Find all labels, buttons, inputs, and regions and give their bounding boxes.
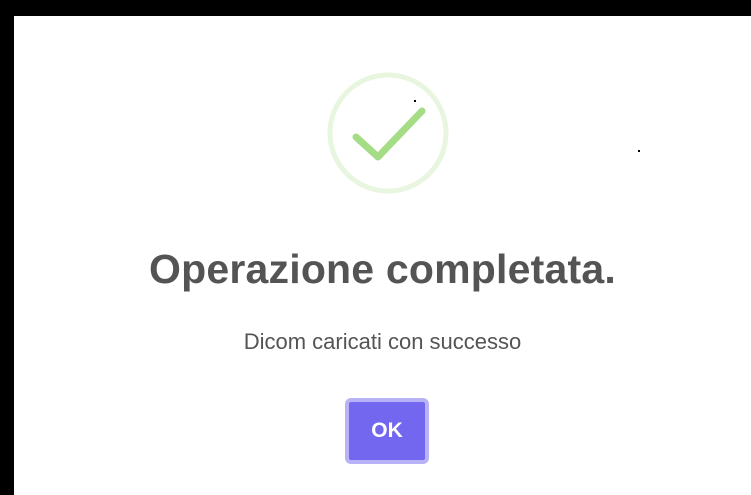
success-dialog: Operazione completata. Dicom caricati co… — [14, 16, 751, 495]
speck — [414, 100, 416, 102]
check-circle-icon — [327, 72, 449, 194]
dialog-title: Operazione completata. — [149, 246, 616, 292]
speck — [638, 150, 640, 152]
dialog-message: Dicom caricati con successo — [243, 329, 522, 354]
ok-button[interactable]: OK — [345, 398, 429, 464]
